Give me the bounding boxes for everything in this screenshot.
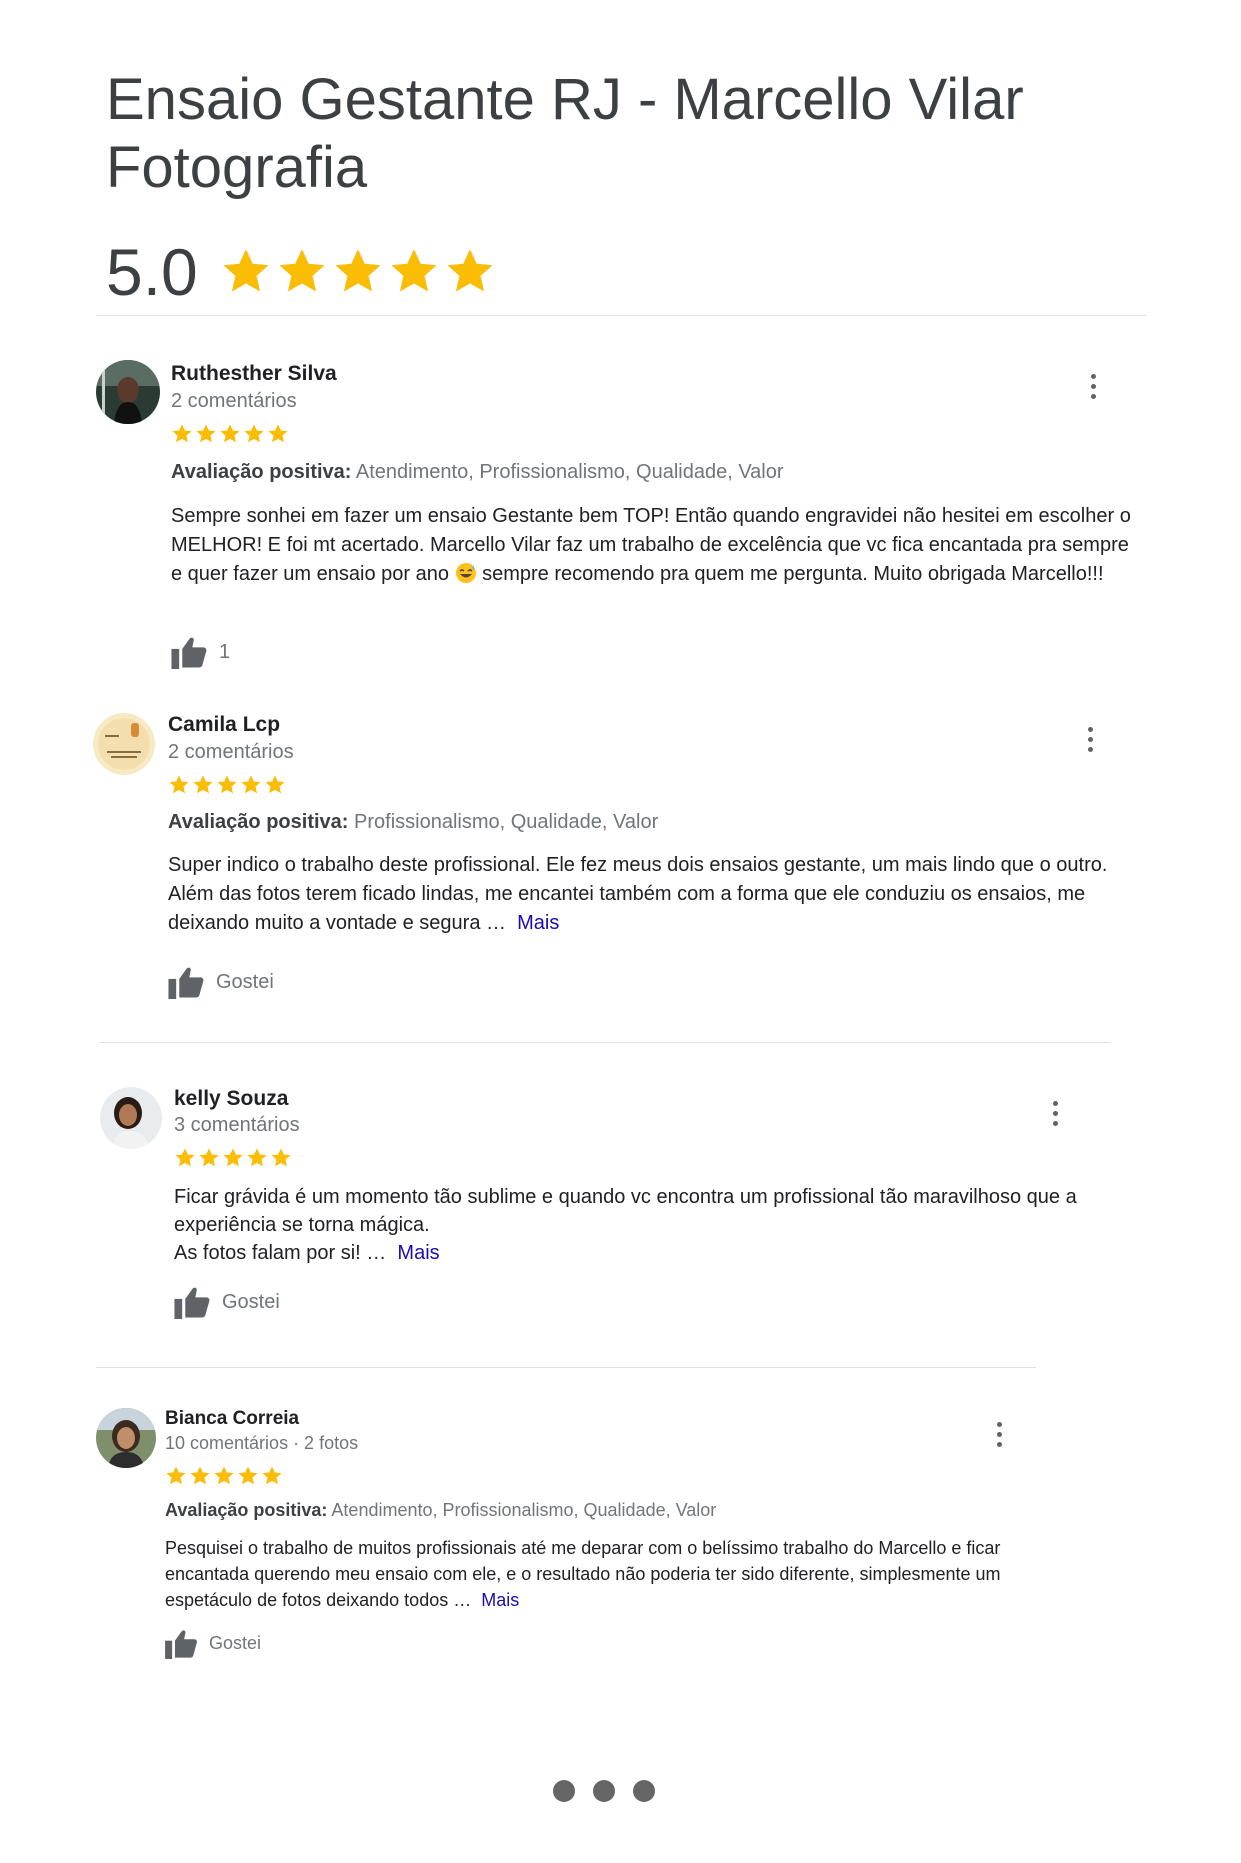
positive-attributes: Avaliação positiva: Profissionalismo, Qu… bbox=[168, 811, 658, 834]
reviewer-meta: 2 comentários bbox=[171, 390, 297, 412]
star-icon bbox=[241, 775, 261, 794]
avatar[interactable] bbox=[96, 1408, 156, 1468]
reviewer-name[interactable]: kelly Souza bbox=[174, 1087, 288, 1111]
review-stars bbox=[171, 423, 289, 445]
avatar[interactable] bbox=[96, 360, 160, 424]
reviewer-meta: 3 comentários bbox=[174, 1114, 300, 1136]
star-icon bbox=[217, 775, 237, 794]
like-count: 1 bbox=[219, 640, 231, 663]
positive-attributes: Avaliação positiva: Atendimento, Profiss… bbox=[165, 1500, 716, 1521]
like-label: Gostei bbox=[222, 1290, 280, 1313]
review-text: Pesquisei o trabalho de muitos profissio… bbox=[165, 1535, 1045, 1613]
star-icon bbox=[262, 1466, 282, 1485]
more-options-button[interactable] bbox=[1078, 723, 1102, 755]
star-icon bbox=[244, 424, 264, 443]
star-icon bbox=[220, 424, 240, 443]
review-text-body: Pesquisei o trabalho de muitos profissio… bbox=[165, 1538, 1001, 1610]
star-icon bbox=[223, 249, 269, 292]
review-divider bbox=[96, 1367, 1036, 1368]
star-icon bbox=[279, 249, 325, 292]
review-card: kelly Souza 3 comentários Ficar grávida … bbox=[100, 1087, 1140, 1337]
review-stars bbox=[165, 1465, 283, 1487]
more-options-button[interactable] bbox=[1081, 370, 1105, 402]
star-icon bbox=[223, 1148, 243, 1167]
reviewer-name[interactable]: Camila Lcp bbox=[168, 713, 280, 737]
rating-stars bbox=[220, 246, 496, 298]
more-options-button[interactable] bbox=[1043, 1097, 1067, 1129]
overall-rating: 5.0 bbox=[106, 232, 496, 312]
attributes-values: Atendimento, Profissionalismo, Qualidade… bbox=[355, 461, 784, 483]
star-icon bbox=[214, 1466, 234, 1485]
review-card: Bianca Correia 10 comentários · 2 fotos … bbox=[96, 1408, 1096, 1678]
star-icon bbox=[335, 249, 381, 292]
star-icon bbox=[265, 775, 285, 794]
like-label: Gostei bbox=[209, 1633, 262, 1653]
thumbs-up-icon bbox=[174, 1287, 210, 1319]
review-text-line1: Ficar grávida é um momento tão sublime e… bbox=[174, 1186, 1077, 1236]
page-title: Ensaio Gestante RJ - Marcello Vilar Foto… bbox=[106, 67, 1024, 200]
review-text-part2: sempre recomendo pra quem me pergunta. M… bbox=[482, 563, 1104, 585]
attributes-values: Profissionalismo, Qualidade, Valor bbox=[354, 811, 659, 833]
star-icon bbox=[169, 775, 189, 794]
star-icon bbox=[172, 424, 192, 443]
like-button[interactable]: Gostei bbox=[168, 965, 274, 999]
positive-attributes: Avaliação positiva: Atendimento, Profiss… bbox=[171, 461, 784, 484]
star-icon bbox=[166, 1466, 186, 1485]
avatar[interactable] bbox=[93, 713, 155, 775]
star-icon bbox=[447, 249, 493, 292]
read-more-link[interactable]: Mais bbox=[517, 912, 559, 934]
reviewer-name[interactable]: Ruthesther Silva bbox=[171, 362, 337, 386]
reviewer-meta: 2 comentários bbox=[168, 741, 294, 763]
review-text: Super indico o trabalho deste profission… bbox=[168, 851, 1118, 938]
rating-value: 5.0 bbox=[106, 235, 198, 309]
star-icon bbox=[247, 1148, 267, 1167]
review-stars bbox=[174, 1147, 292, 1169]
header-divider bbox=[96, 315, 1146, 316]
read-more-link[interactable]: Mais bbox=[397, 1242, 439, 1264]
avatar[interactable] bbox=[100, 1087, 162, 1149]
like-button[interactable]: 1 bbox=[171, 635, 230, 669]
sweat-smile-emoji bbox=[455, 563, 476, 583]
review-text: Sempre sonhei em fazer um ensaio Gestant… bbox=[171, 502, 1131, 589]
star-icon bbox=[190, 1466, 210, 1485]
review-divider bbox=[100, 1042, 1110, 1043]
more-options-button[interactable] bbox=[987, 1418, 1011, 1450]
star-icon bbox=[391, 249, 437, 292]
reviewer-meta: 10 comentários · 2 fotos bbox=[165, 1433, 359, 1453]
attributes-label: Avaliação positiva: bbox=[165, 1500, 328, 1520]
star-icon bbox=[196, 424, 216, 443]
read-more-link[interactable]: Mais bbox=[481, 1590, 519, 1610]
like-label: Gostei bbox=[216, 970, 274, 993]
like-button[interactable]: Gostei bbox=[174, 1285, 280, 1319]
thumbs-up-icon bbox=[165, 1630, 197, 1659]
attributes-label: Avaliação positiva: bbox=[168, 811, 349, 833]
page-dot[interactable] bbox=[633, 1780, 655, 1802]
review-card: Camila Lcp 2 comentários Avaliação posit… bbox=[93, 713, 1153, 1013]
star-icon bbox=[238, 1466, 258, 1485]
review-card: Ruthesther Silva 2 comentários Avaliação… bbox=[96, 360, 1156, 680]
page-dot[interactable] bbox=[593, 1780, 615, 1802]
review-text-body: Super indico o trabalho deste profission… bbox=[168, 854, 1108, 934]
star-icon bbox=[175, 1148, 195, 1167]
reviews-page: Ensaio Gestante RJ - Marcello Vilar Foto… bbox=[0, 0, 1241, 1863]
thumbs-up-icon bbox=[171, 637, 207, 669]
like-button[interactable]: Gostei bbox=[165, 1628, 261, 1659]
reviewer-name[interactable]: Bianca Correia bbox=[165, 1408, 299, 1430]
review-text: Ficar grávida é um momento tão sublime e… bbox=[174, 1183, 1104, 1267]
star-icon bbox=[271, 1148, 291, 1167]
star-icon bbox=[268, 424, 288, 443]
star-icon bbox=[193, 775, 213, 794]
attributes-values: Atendimento, Profissionalismo, Qualidade… bbox=[331, 1500, 717, 1520]
attributes-label: Avaliação positiva: bbox=[171, 461, 352, 483]
thumbs-up-icon bbox=[168, 967, 204, 999]
page-dot[interactable] bbox=[553, 1780, 575, 1802]
pagination-dots bbox=[553, 1780, 655, 1802]
review-stars bbox=[168, 774, 286, 796]
star-icon bbox=[199, 1148, 219, 1167]
review-text-line2: As fotos falam por si! … bbox=[174, 1242, 387, 1264]
